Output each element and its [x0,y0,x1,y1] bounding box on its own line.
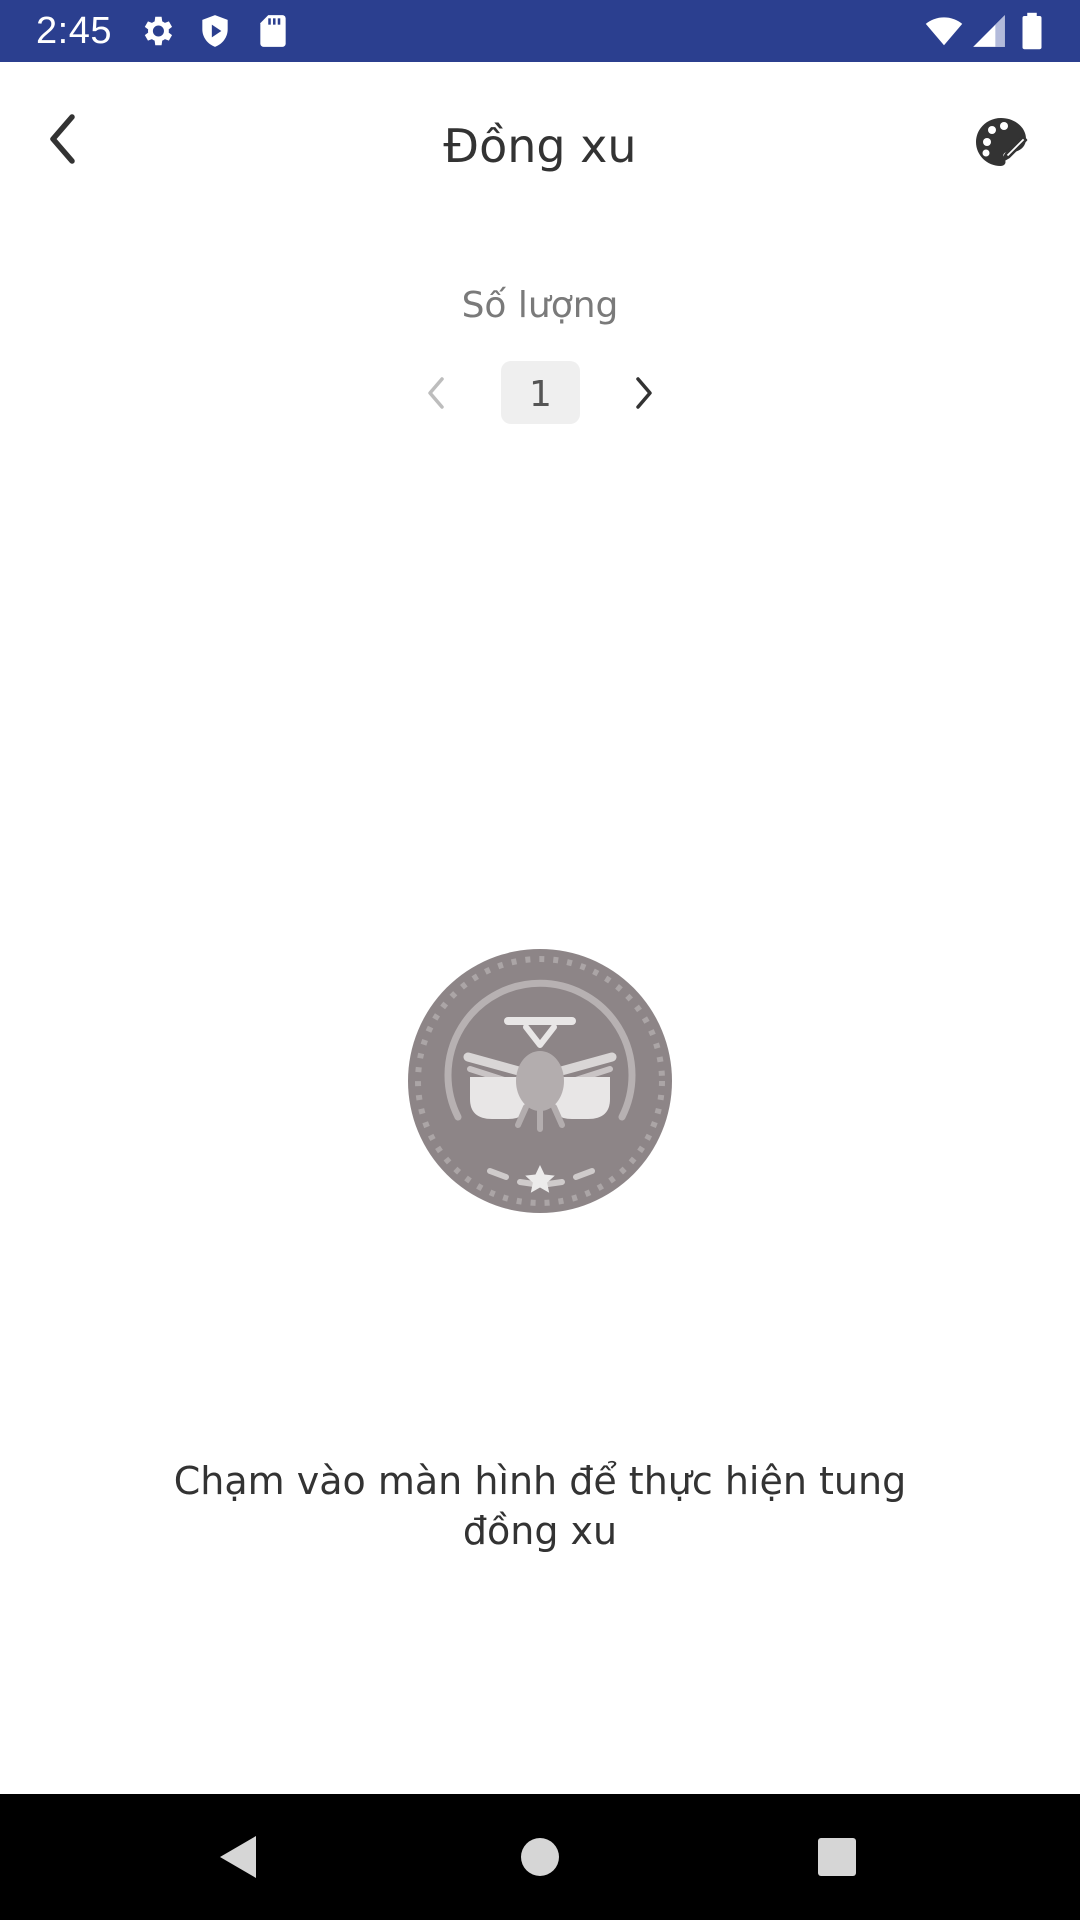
triangle-back-icon [220,1836,256,1878]
navigation-bar [0,1794,1080,1920]
nav-home-button[interactable] [507,1824,573,1890]
chevron-left-icon [428,377,444,409]
wifi-icon [925,17,963,46]
cell-signal-icon [973,15,1005,47]
coin[interactable] [408,949,672,1213]
coin-flip-screen: 2:45 Đồng xu Số lượng 1 Chạm vào màn hìn… [0,0,1080,1920]
chevron-right-icon [636,377,652,409]
app-bar: Đồng xu [0,62,1080,222]
gear-icon [144,16,173,46]
shield-play-icon [202,15,228,47]
status-bar: 2:45 [0,0,1080,62]
nav-recents-button[interactable] [804,1824,870,1890]
theme-button[interactable] [968,110,1034,176]
quantity-value: 1 [501,361,580,424]
coin-emblem-icon [408,949,672,1213]
page-title: Đồng xu [443,119,637,173]
nav-back-button[interactable] [206,1824,272,1890]
decrease-quantity-button[interactable] [416,368,456,418]
circle-home-icon [521,1838,559,1876]
increase-quantity-button[interactable] [624,368,664,418]
palette-icon [976,118,1028,166]
instruction-text: Chạm vào màn hình để thực hiện tung đồng… [173,1459,907,1553]
quantity-label: Số lượng [461,285,619,326]
square-recents-icon [818,1838,856,1876]
battery-icon [1022,12,1042,50]
status-time: 2:45 [36,10,112,52]
sd-card-icon [260,15,286,47]
